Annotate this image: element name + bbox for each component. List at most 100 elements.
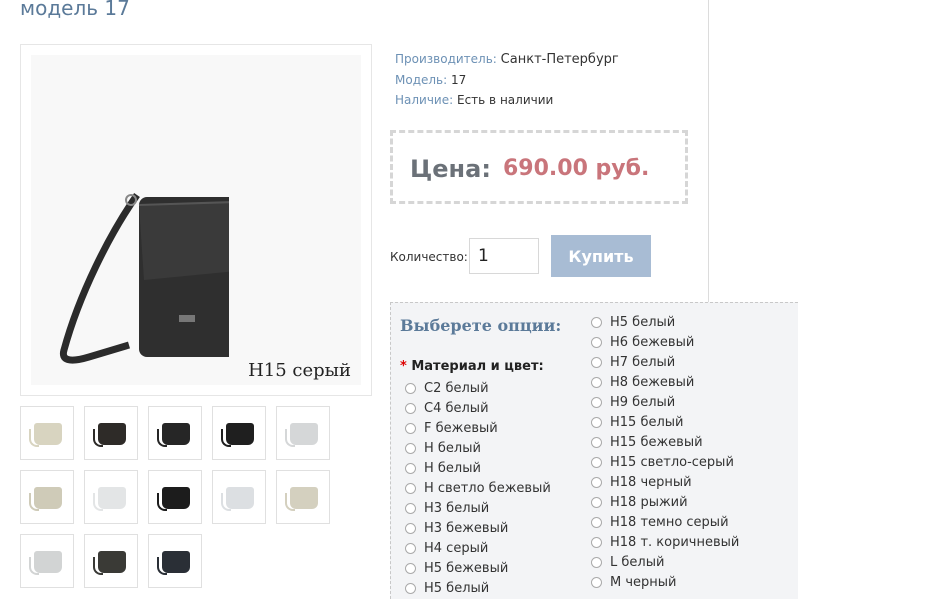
option-radio-row[interactable]: H белый bbox=[405, 459, 481, 477]
radio-button[interactable] bbox=[405, 582, 416, 594]
price-label: Цена: bbox=[410, 155, 491, 183]
option-label: H5 белый bbox=[424, 580, 490, 596]
thumbnail-bag bbox=[162, 551, 190, 573]
option-label: H5 белый bbox=[610, 314, 676, 330]
product-thumbnail[interactable] bbox=[276, 470, 330, 524]
radio-button[interactable] bbox=[591, 576, 602, 588]
radio-button[interactable] bbox=[405, 402, 416, 414]
option-radio-row[interactable]: H5 белый bbox=[591, 313, 675, 331]
option-label: H18 черный bbox=[610, 474, 692, 490]
option-radio-row[interactable]: H15 бежевый bbox=[591, 433, 703, 451]
model-value: 17 bbox=[451, 73, 467, 87]
option-radio-row[interactable]: H15 светло-серый bbox=[591, 453, 734, 471]
stock-value: Есть в наличии bbox=[457, 93, 554, 107]
radio-button[interactable] bbox=[591, 476, 602, 488]
thumbnail-bag bbox=[98, 551, 126, 573]
radio-button[interactable] bbox=[405, 482, 416, 494]
option-label: H18 рыжий bbox=[610, 494, 688, 510]
product-thumbnail[interactable] bbox=[84, 470, 138, 524]
price-box: Цена: 690.00 руб. bbox=[390, 130, 688, 204]
option-label: H6 бежевый bbox=[610, 334, 695, 350]
option-radio-row[interactable]: H9 белый bbox=[591, 393, 675, 411]
radio-button[interactable] bbox=[405, 462, 416, 474]
radio-button[interactable] bbox=[591, 356, 602, 368]
product-thumbnail[interactable] bbox=[84, 406, 138, 460]
option-label: F бежевый bbox=[424, 420, 498, 436]
option-radio-row[interactable]: H18 рыжий bbox=[591, 493, 688, 511]
option-radio-row[interactable]: H18 т. коричневый bbox=[591, 533, 739, 551]
radio-button[interactable] bbox=[591, 376, 602, 388]
radio-button[interactable] bbox=[591, 516, 602, 528]
radio-button[interactable] bbox=[405, 542, 416, 554]
radio-button[interactable] bbox=[591, 436, 602, 448]
product-thumbnail[interactable] bbox=[148, 470, 202, 524]
thumbnail-bag bbox=[98, 423, 126, 445]
option-radio-row[interactable]: C4 белый bbox=[405, 399, 489, 417]
product-thumbnail[interactable] bbox=[84, 534, 138, 588]
product-thumbnail[interactable] bbox=[20, 406, 74, 460]
option-radio-row[interactable]: H8 бежевый bbox=[591, 373, 694, 391]
radio-button[interactable] bbox=[591, 336, 602, 348]
option-label: H4 серый bbox=[424, 540, 489, 556]
radio-button[interactable] bbox=[591, 316, 602, 328]
option-radio-row[interactable]: M черный bbox=[591, 573, 677, 591]
thumbnail-bag bbox=[290, 487, 318, 509]
radio-button[interactable] bbox=[591, 456, 602, 468]
image-caption: H15 серый bbox=[248, 360, 351, 381]
thumbnail-bag bbox=[226, 423, 254, 445]
option-radio-row[interactable]: H6 бежевый bbox=[591, 333, 694, 351]
product-page: модель 17 H15 серый Производитель: Санкт… bbox=[0, 0, 942, 599]
radio-button[interactable] bbox=[405, 422, 416, 434]
manufacturer-row: Производитель: Санкт-Петербург bbox=[395, 52, 619, 67]
option-radio-row[interactable]: H белый bbox=[405, 439, 481, 457]
product-thumbnail[interactable] bbox=[212, 470, 266, 524]
radio-button[interactable] bbox=[591, 556, 602, 568]
product-thumbnail[interactable] bbox=[276, 406, 330, 460]
option-radio-row[interactable]: H3 белый bbox=[405, 499, 489, 517]
option-radio-row[interactable]: H7 белый bbox=[591, 353, 675, 371]
option-group-label: * Материал и цвет: bbox=[400, 359, 544, 374]
model-label: Модель: bbox=[395, 73, 448, 87]
radio-button[interactable] bbox=[591, 396, 602, 408]
options-title: Выберете опции: bbox=[400, 316, 562, 335]
radio-button[interactable] bbox=[405, 502, 416, 514]
options-panel: Выберете опции: * Материал и цвет: C2 бе… bbox=[390, 302, 798, 599]
option-radio-row[interactable]: F бежевый bbox=[405, 419, 498, 437]
radio-button[interactable] bbox=[405, 522, 416, 534]
thumbnail-bag bbox=[34, 487, 62, 509]
option-radio-row[interactable]: H18 черный bbox=[591, 473, 692, 491]
main-product-image[interactable]: H15 серый bbox=[20, 44, 372, 396]
option-radio-row[interactable]: H4 серый bbox=[405, 539, 488, 557]
product-thumbnail[interactable] bbox=[148, 534, 202, 588]
option-radio-row[interactable]: H светло бежевый bbox=[405, 479, 551, 497]
option-label: H7 белый bbox=[610, 354, 676, 370]
stock-row: Наличие: Есть в наличии bbox=[395, 93, 553, 107]
bag-illustration bbox=[59, 192, 229, 364]
quantity-input[interactable] bbox=[469, 238, 539, 274]
option-label: H8 бежевый bbox=[610, 374, 695, 390]
radio-button[interactable] bbox=[405, 562, 416, 574]
option-radio-row[interactable]: C2 белый bbox=[405, 379, 489, 397]
radio-button[interactable] bbox=[405, 442, 416, 454]
option-label: H15 белый bbox=[610, 414, 684, 430]
option-radio-row[interactable]: H18 темно серый bbox=[591, 513, 729, 531]
option-label: H9 белый bbox=[610, 394, 676, 410]
option-radio-row[interactable]: H15 белый bbox=[591, 413, 684, 431]
product-thumbnail[interactable] bbox=[148, 406, 202, 460]
buy-button[interactable]: Купить bbox=[551, 235, 651, 277]
option-label: H18 т. коричневый bbox=[610, 534, 740, 550]
radio-button[interactable] bbox=[591, 536, 602, 548]
product-thumbnail[interactable] bbox=[20, 470, 74, 524]
option-radio-row[interactable]: H5 бежевый bbox=[405, 559, 508, 577]
option-radio-row[interactable]: H3 бежевый bbox=[405, 519, 508, 537]
option-label: C2 белый bbox=[424, 380, 489, 396]
product-thumbnail[interactable] bbox=[20, 534, 74, 588]
radio-button[interactable] bbox=[591, 416, 602, 428]
product-thumbnail[interactable] bbox=[212, 406, 266, 460]
radio-button[interactable] bbox=[591, 496, 602, 508]
thumbnail-bag bbox=[290, 423, 318, 445]
option-radio-row[interactable]: L белый bbox=[591, 553, 664, 571]
option-radio-row[interactable]: H5 белый bbox=[405, 579, 489, 597]
radio-button[interactable] bbox=[405, 382, 416, 394]
option-label: H5 бежевый bbox=[424, 560, 509, 576]
